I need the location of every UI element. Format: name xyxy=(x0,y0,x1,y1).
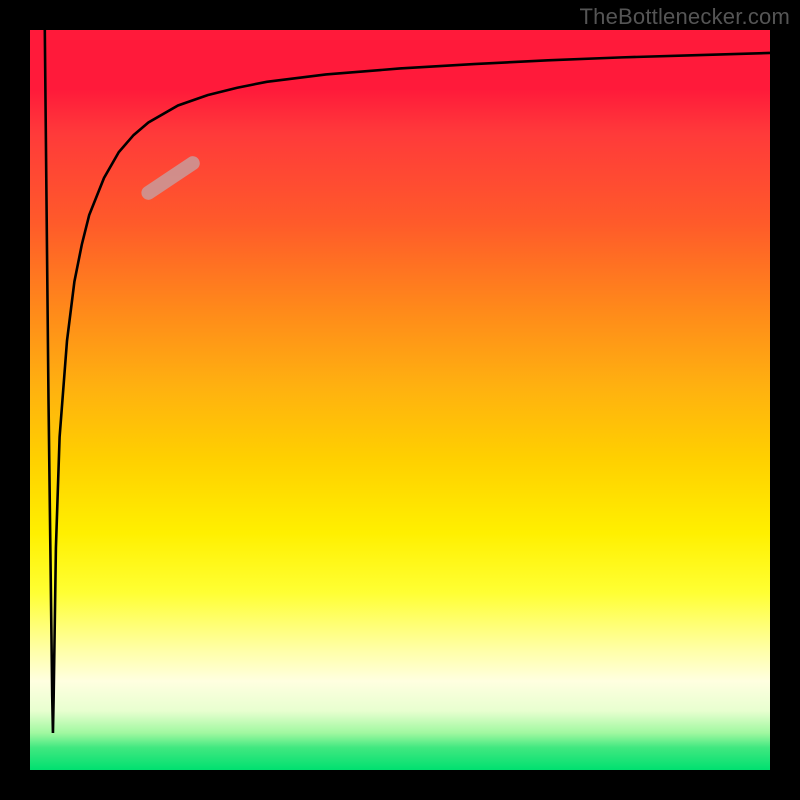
curve-layer xyxy=(30,30,770,770)
curve-marker xyxy=(148,163,192,193)
chart-frame: TheBottlenecker.com xyxy=(0,0,800,800)
attribution-label: TheBottlenecker.com xyxy=(580,4,790,30)
plot-area xyxy=(30,30,770,770)
bottleneck-curve xyxy=(45,30,770,733)
